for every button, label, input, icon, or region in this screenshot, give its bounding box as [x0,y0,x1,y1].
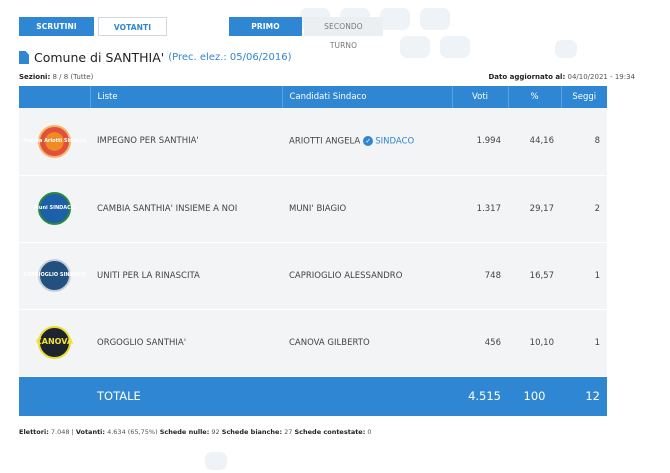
votes: 748 [452,242,508,310]
list-logo-cell: Angela Ariotti Sindaco [19,108,90,176]
blank-ballots-value: 27 [284,428,293,436]
sections-info: Sezioni: 8 / 8 (Tutte) Dato aggiornato a… [19,73,635,81]
list-logo-uniti: CAPRIOGLIO SINDACO [24,259,85,292]
background-decoration [420,8,450,30]
sections-count: Sezioni: 8 / 8 (Tutte) [19,73,94,81]
totals-seats: 12 [585,389,600,404]
background-decoration [380,8,410,30]
list-logo-cell: CAPRIOGLIO SINDACO [19,242,90,310]
page-title-text: Comune di SANTHIA' [34,50,165,65]
tab-primo-turno[interactable]: PRIMO TURNO [229,17,302,50]
header-logo [19,86,90,108]
list-logo-orgoglio: CANOVA [36,326,73,359]
percentage: 16,57 [508,242,561,310]
list-logo-cell: Muni SINDACO [19,175,90,243]
background-decoration [400,36,430,58]
results-table: Liste Candidati Sindaco Voti % Seggi Ang… [19,86,607,416]
candidate-name: ARIOTTI ANGELA [289,136,361,147]
candidate-name: MUNI' BIAGIO [282,175,452,243]
votes: 456 [452,309,508,377]
percentage: 10,10 [508,309,561,377]
tab-scrutini[interactable]: SCRUTINI [19,17,94,36]
turnout-summary: Elettori: 7.048 | Votanti: 4.634 (65,75%… [19,428,372,436]
list-name: UNITI PER LA RINASCITA [90,242,282,310]
percentage: 44,16 [508,108,561,176]
seats: 8 [561,108,607,176]
contested-ballots-value: 0 [367,428,372,436]
totals-votes: 4.515 [468,389,501,404]
totals-spacer [282,376,452,416]
check-icon: ✓ [363,136,374,146]
background-decoration [555,40,577,58]
header-seggi: Seggi [560,86,607,108]
null-ballots-value: 92 [211,428,220,436]
votes: 1.317 [452,175,508,243]
page-title: Comune di SANTHIA' (Prec. elez.: 05/06/2… [19,50,291,65]
totals-percentage: 100 [523,389,546,404]
list-logo-cell: CANOVA [19,309,90,377]
header-perc: % [507,86,561,108]
seats: 1 [561,309,607,377]
top-navigation: SCRUTINI VOTANTI PRIMO TURNO SECONDO TUR… [19,17,383,50]
votes: 1.994 [452,108,508,176]
tab-secondo-turno[interactable]: SECONDO TURNO [304,17,383,50]
list-name: CAMBIA SANTHIA' INSIEME A NOI [90,175,282,243]
list-name: IMPEGNO PER SANTHIA' [90,108,282,176]
elected-badge: SINDACO [375,136,415,147]
totals-row: TOTALE 4.515 100 12 [19,376,607,416]
last-updated: Dato aggiornato al: 04/10/2021 - 19:34 [488,73,636,81]
totals-spacer [19,376,90,416]
list-name: ORGOGLIO SANTHIA' [90,309,282,377]
header-voti: Voti [451,86,508,108]
background-decoration [440,36,470,58]
header-liste: Liste [89,86,282,108]
table-row[interactable]: Angela Ariotti Sindaco IMPEGNO PER SANTH… [19,108,607,176]
background-decoration [205,452,227,470]
table-header-row: Liste Candidati Sindaco Voti % Seggi [19,86,607,108]
electors-value: 7.048 [50,428,70,436]
candidate-name: CAPRIOGLIO ALESSANDRO [282,242,452,310]
header-candidati: Candidati Sindaco [281,86,452,108]
table-row[interactable]: Muni SINDACO CAMBIA SANTHIA' INSIEME A N… [19,175,607,243]
list-logo-cambia: Muni SINDACO [34,192,75,225]
tab-votanti[interactable]: VOTANTI [98,17,167,36]
table-row[interactable]: CANOVA ORGOGLIO SANTHIA' CANOVA GILBERTO… [19,309,607,377]
totals-label: TOTALE [97,389,141,404]
seats: 1 [561,242,607,310]
percentage: 29,17 [508,175,561,243]
voters-value: 4.634 (65,75%) [107,428,158,436]
previous-election-link[interactable]: (Prec. elez.: 05/06/2016) [168,52,291,63]
candidate-name: CANOVA GILBERTO [282,309,452,377]
list-logo-impegno: Angela Ariotti Sindaco [23,124,86,158]
candidate-name-cell: ARIOTTI ANGELA ✓ SINDACO [282,108,452,176]
seats: 2 [561,175,607,243]
table-row[interactable]: CAPRIOGLIO SINDACO UNITI PER LA RINASCIT… [19,242,607,310]
document-icon [19,51,29,64]
